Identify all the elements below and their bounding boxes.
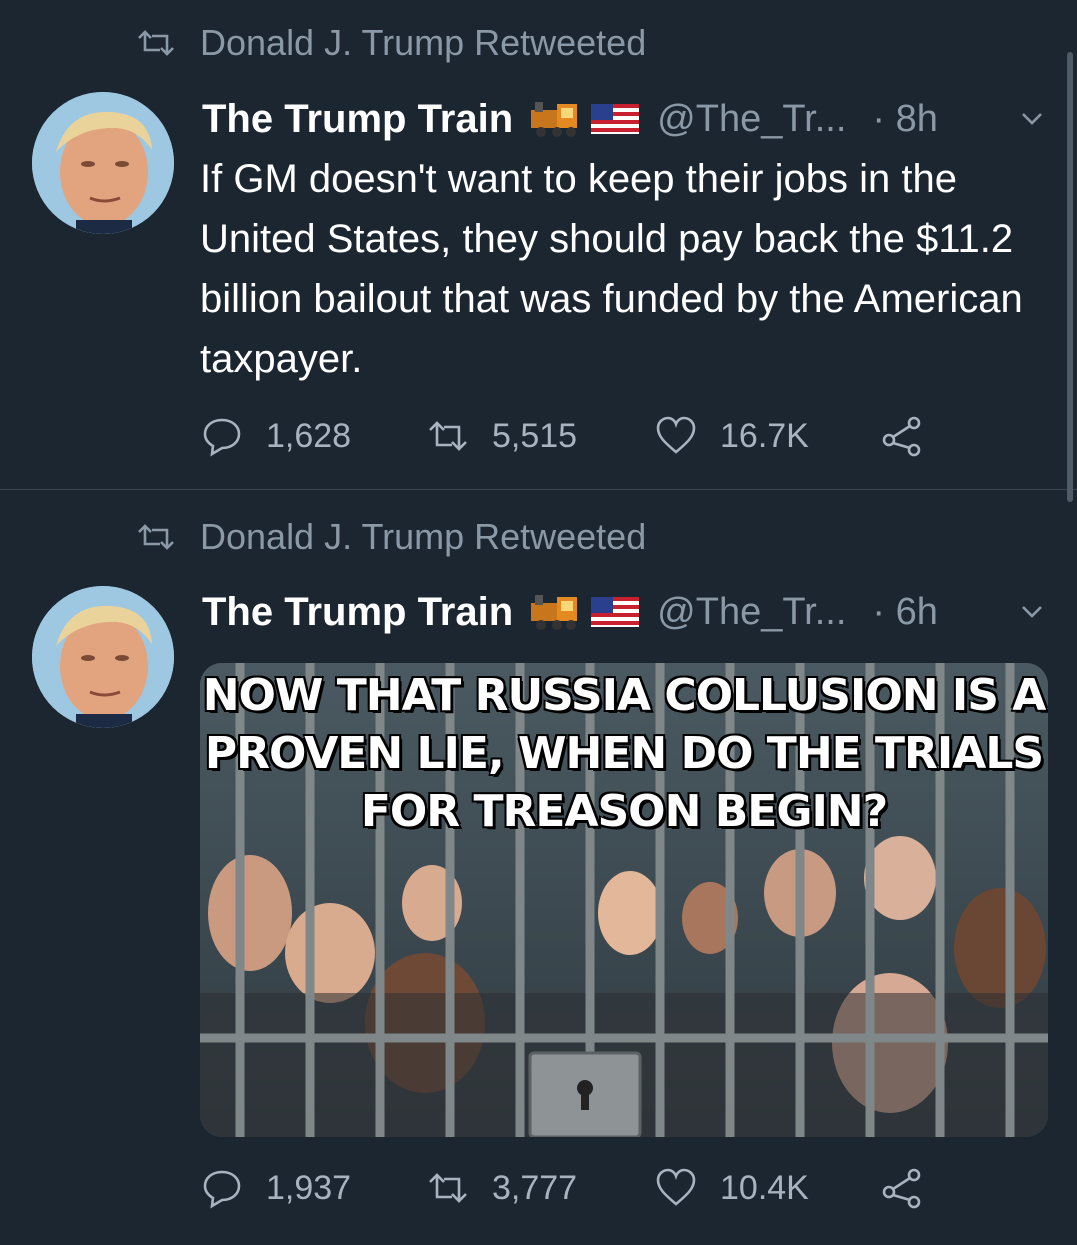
heart-icon (656, 1168, 696, 1206)
retweet-context: Donald J. Trump Retweeted (136, 22, 646, 64)
tweet-timestamp[interactable]: · 8h (872, 98, 937, 141)
like-button[interactable]: 16.7K (654, 414, 809, 458)
retweet-icon (138, 30, 174, 56)
media-caption-text: NOW THAT RUSSIA COLLUSION IS A PROVEN LI… (202, 670, 1047, 837)
reply-button[interactable]: 1,628 (200, 414, 351, 458)
us-flag-emoji-icon (591, 597, 640, 627)
tweet-timestamp[interactable]: · 6h (872, 591, 937, 634)
share-button[interactable] (880, 414, 924, 458)
reply-bubble-icon (203, 1170, 241, 1209)
tweet-text: If GM doesn't want to keep their jobs in… (200, 157, 1023, 381)
heart-icon (656, 416, 696, 454)
avatar[interactable] (32, 92, 174, 234)
avatar-image (32, 586, 174, 728)
retweet-context: Donald J. Trump Retweeted (136, 516, 646, 558)
retweet-icon (138, 524, 174, 550)
name-badges (527, 100, 647, 138)
tweet[interactable]: Donald J. Trump Retweeted The Trump Trai… (0, 491, 1077, 1245)
like-button[interactable]: 10.4K (654, 1166, 809, 1210)
chevron-down-icon[interactable] (1017, 597, 1047, 627)
us-flag-emoji-icon (591, 104, 640, 134)
share-icon (882, 416, 921, 457)
name-badges (527, 593, 647, 631)
retweet-count: 3,777 (492, 1168, 578, 1207)
author-handle[interactable]: @The_Tr... (657, 591, 846, 634)
tweet-media-image[interactable]: NOW THAT RUSSIA COLLUSION IS A PROVEN LI… (200, 663, 1048, 1137)
avatar[interactable] (32, 586, 174, 728)
author-handle[interactable]: @The_Tr... (657, 98, 846, 141)
tweet-header: The Trump Train @The_Tr... · 6h (202, 587, 1047, 637)
reply-count: 1,937 (266, 1168, 352, 1207)
train-emoji-icon (531, 102, 578, 137)
reply-button[interactable]: 1,937 (200, 1166, 351, 1210)
retweeted-by-label: Donald J. Trump Retweeted (200, 516, 647, 557)
retweet-icon (429, 1173, 467, 1203)
share-icon (882, 1168, 921, 1209)
chevron-down-icon[interactable] (1017, 104, 1047, 134)
avatar-image (32, 92, 174, 234)
author-name[interactable]: The Trump Train (202, 590, 513, 635)
like-count: 16.7K (720, 416, 809, 455)
scrollbar[interactable] (1067, 52, 1073, 502)
author-name[interactable]: The Trump Train (202, 97, 513, 142)
reply-bubble-icon (203, 418, 241, 457)
tweet-header: The Trump Train @The_Tr... · 8h (202, 94, 1047, 144)
tweet[interactable]: Donald J. Trump Retweeted The Trump Trai… (0, 0, 1077, 490)
tweet-actions: 1,937 3,777 10.4K (200, 1166, 927, 1216)
train-emoji-icon (531, 595, 578, 630)
retweet-button[interactable]: 3,777 (426, 1166, 577, 1210)
retweet-icon (429, 421, 467, 451)
retweet-button[interactable]: 5,515 (426, 414, 577, 458)
retweeted-by-label: Donald J. Trump Retweeted (200, 22, 647, 63)
tweet-actions: 1,628 5,515 16.7K (200, 414, 927, 464)
retweet-count: 5,515 (492, 416, 578, 455)
share-button[interactable] (880, 1166, 924, 1210)
like-count: 10.4K (720, 1168, 809, 1207)
reply-count: 1,628 (266, 416, 352, 455)
